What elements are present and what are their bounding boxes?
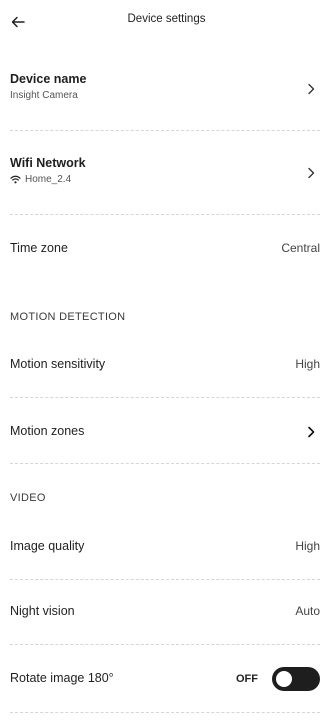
wifi-network-label: Wifi Network <box>10 156 86 170</box>
device-name-row[interactable]: Device name Insight Camera <box>10 72 320 112</box>
night-vision-label: Night vision <box>10 604 75 618</box>
motion-zones-row[interactable]: Motion zones <box>10 424 320 440</box>
time-zone-label: Time zone <box>10 241 68 255</box>
divider <box>10 579 320 580</box>
divider <box>10 214 320 215</box>
page-title: Device settings <box>127 13 206 25</box>
rotate-image-toggle[interactable] <box>272 667 320 691</box>
chevron-right-icon <box>308 83 315 95</box>
chevron-right-icon <box>308 426 315 438</box>
toggle-knob <box>276 671 292 687</box>
divider <box>10 397 320 398</box>
motion-sensitivity-row[interactable]: Motion sensitivity High <box>10 357 320 373</box>
device-name-value: Insight Camera <box>10 90 78 101</box>
time-zone-value: Central <box>281 241 320 255</box>
rotate-image-row: Rotate image 180° OFF <box>10 667 320 691</box>
wifi-network-value-row: Home_2.4 <box>10 174 320 185</box>
motion-sensitivity-label: Motion sensitivity <box>10 357 106 371</box>
motion-detection-section-title: MOTION DETECTION <box>10 311 126 323</box>
motion-zones-label: Motion zones <box>10 424 85 438</box>
chevron-right-icon <box>308 167 315 179</box>
rotate-toggle-state: OFF <box>236 673 258 685</box>
time-zone-row[interactable]: Time zone Central <box>10 241 320 257</box>
image-quality-label: Image quality <box>10 539 85 553</box>
wifi-icon <box>10 175 21 184</box>
divider <box>10 644 320 645</box>
night-vision-value: Auto <box>295 604 320 618</box>
image-quality-value: High <box>295 539 320 553</box>
app-header: Device settings <box>0 0 333 44</box>
divider <box>10 463 320 464</box>
divider <box>10 712 320 713</box>
night-vision-row[interactable]: Night vision Auto <box>10 604 320 620</box>
divider <box>10 130 320 131</box>
wifi-network-row[interactable]: Wifi Network Home_2.4 <box>10 156 320 196</box>
motion-sensitivity-value: High <box>295 357 320 371</box>
wifi-network-value: Home_2.4 <box>25 174 72 185</box>
video-section-title: VIDEO <box>10 492 46 504</box>
device-name-label: Device name <box>10 72 87 86</box>
image-quality-row[interactable]: Image quality High <box>10 539 320 555</box>
